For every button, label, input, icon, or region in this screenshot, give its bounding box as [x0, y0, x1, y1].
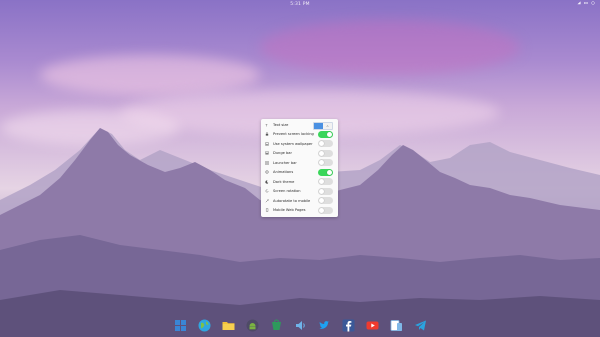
battery-icon[interactable] — [584, 1, 588, 5]
setting-row-dunge-bar: Dunge bar — [261, 149, 338, 158]
animations-toggle[interactable] — [318, 168, 333, 176]
dock-app-launcher[interactable] — [174, 319, 187, 332]
app-dock — [174, 317, 427, 334]
setting-row-launcher-bar: Launcher bar — [261, 158, 338, 167]
twitter-icon — [319, 321, 330, 329]
toggle-knob — [327, 131, 332, 137]
toggle-knob — [327, 169, 332, 175]
dock-app-android[interactable] — [246, 319, 259, 332]
svg-text:T: T — [265, 123, 268, 126]
network-icon[interactable] — [577, 1, 581, 5]
setting-label: Dunge bar — [273, 151, 292, 156]
telegram-icon — [415, 320, 426, 331]
lock-icon — [265, 132, 269, 136]
text-size-icon: T — [265, 123, 269, 126]
phone-tablet-icon — [390, 320, 402, 331]
setting-row-screen-rotation: Screen rotation — [261, 187, 338, 196]
bar-icon — [265, 151, 269, 155]
autorotate-icon — [265, 198, 269, 203]
dock-app-facebook[interactable] — [342, 319, 355, 332]
clock: 5:31 PM — [290, 2, 310, 7]
theme-icon — [265, 180, 269, 184]
top-status-bar: 5:31 PM — [0, 0, 600, 9]
grid-launcher-icon — [175, 320, 186, 331]
dock-app-devices[interactable] — [390, 319, 403, 332]
setting-label: Use system wallpaper — [273, 141, 313, 146]
screen-rotation-toggle[interactable] — [318, 187, 333, 195]
setting-label: Autorotate to mobile — [273, 198, 311, 203]
toggle-knob — [319, 188, 324, 194]
autorotate-to-mobile-toggle[interactable] — [318, 197, 333, 205]
quick-settings-panel: T Text size A Prevent screen locking Use… — [261, 119, 338, 217]
android-icon — [246, 319, 259, 332]
setting-label: Animations — [273, 170, 294, 175]
setting-row-text-size: T Text size A — [261, 120, 338, 130]
dock-app-store[interactable] — [270, 319, 283, 332]
setting-row-autorotate-to-mobile: Autorotate to mobile — [261, 196, 338, 205]
prevent-screen-locking-toggle[interactable] — [318, 130, 333, 138]
setting-label: Dark theme — [273, 179, 295, 184]
rotation-icon — [265, 189, 269, 193]
dock-app-files[interactable] — [222, 319, 235, 332]
setting-label: Mobile Web Pages — [273, 208, 306, 213]
use-system-wallpaper-toggle[interactable] — [318, 140, 333, 148]
facebook-icon — [342, 319, 355, 332]
youtube-icon — [366, 321, 379, 330]
setting-row-use-system-wallpaper: Use system wallpaper — [261, 139, 338, 148]
setting-row-mobile-web-pages: Mobile Web Pages — [261, 206, 338, 215]
text-size-large-segment[interactable]: A — [323, 122, 332, 129]
speaker-icon — [296, 321, 305, 330]
menu-icon[interactable] — [591, 1, 595, 5]
setting-label: Prevent screen locking — [273, 132, 314, 137]
setting-row-animations: Animations — [261, 168, 338, 177]
toggle-knob — [319, 207, 324, 213]
toggle-knob — [319, 198, 324, 204]
globe-icon — [198, 319, 211, 332]
dunge-bar-toggle[interactable] — [318, 149, 333, 157]
dock-app-audio[interactable] — [294, 319, 307, 332]
folder-icon — [222, 322, 235, 330]
launcher-icon — [265, 160, 269, 165]
wallpaper-icon — [265, 142, 269, 146]
dock-app-telegram[interactable] — [414, 319, 427, 332]
launcher-bar-toggle[interactable] — [318, 159, 333, 167]
toggle-knob — [319, 141, 324, 147]
system-tray — [577, 1, 595, 5]
setting-label: Launcher bar — [273, 160, 297, 165]
dark-theme-toggle[interactable] — [318, 178, 333, 186]
mobile-icon — [265, 208, 269, 212]
store-icon — [272, 319, 281, 330]
setting-row-prevent-screen-locking: Prevent screen locking — [261, 130, 338, 139]
animation-icon — [265, 170, 269, 174]
toggle-knob — [319, 150, 324, 156]
toggle-knob — [319, 160, 324, 166]
dock-app-browser[interactable] — [198, 319, 211, 332]
text-size-selector[interactable]: A — [313, 121, 333, 130]
setting-label: Screen rotation — [273, 189, 301, 194]
text-size-small-segment[interactable] — [314, 122, 323, 129]
dock-app-twitter[interactable] — [318, 319, 331, 332]
mobile-web-pages-toggle[interactable] — [318, 206, 333, 214]
setting-label: Text size — [273, 122, 289, 127]
desktop-wallpaper: 5:31 PM T Text size A Prevent screen loc… — [0, 0, 600, 337]
toggle-knob — [319, 179, 324, 185]
setting-row-dark-theme: Dark theme — [261, 177, 338, 186]
dock-app-youtube[interactable] — [366, 319, 379, 332]
